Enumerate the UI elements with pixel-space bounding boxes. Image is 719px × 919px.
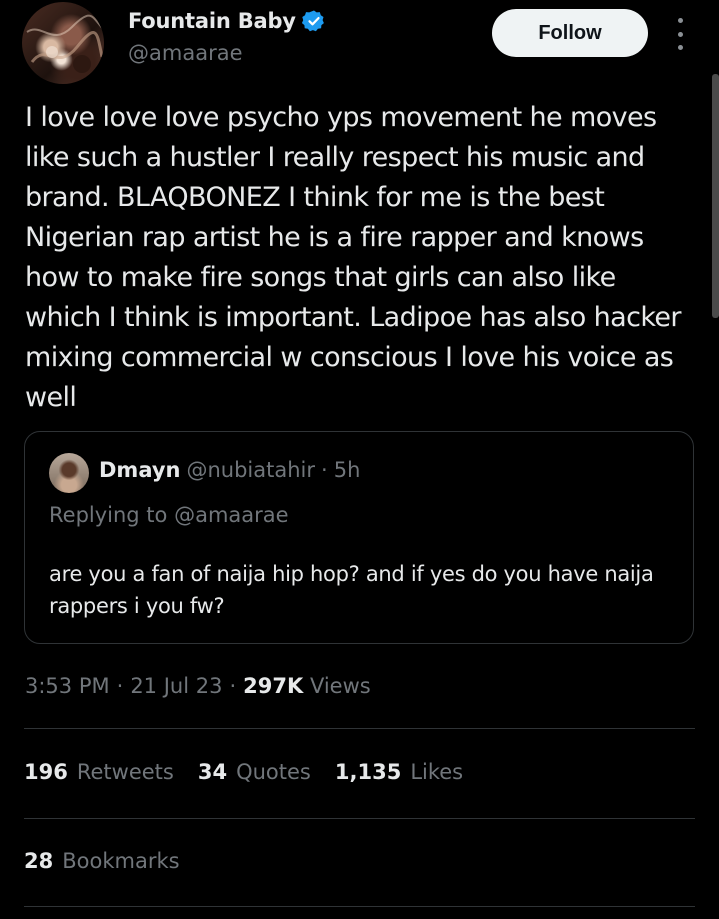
author-name-row: Fountain Baby bbox=[128, 9, 326, 33]
views-count: 297K bbox=[243, 674, 304, 698]
retweets-count: 196 bbox=[24, 760, 68, 784]
quoted-author-avatar[interactable] bbox=[49, 453, 89, 493]
meta-separator: · bbox=[229, 674, 237, 698]
divider bbox=[24, 818, 695, 819]
retweets-label: Retweets bbox=[76, 760, 174, 784]
tweet-meta: 3:53 PM · 21 Jul 23 · 297K Views bbox=[25, 674, 371, 698]
quotes-label: Quotes bbox=[236, 760, 311, 784]
engagement-stats: 196 Retweets 34 Quotes 1,135 Likes bbox=[24, 760, 487, 784]
divider bbox=[24, 906, 695, 907]
bookmarks-count: 28 bbox=[24, 849, 54, 873]
scrollbar[interactable] bbox=[712, 74, 719, 318]
likes-stat[interactable]: 1,135 Likes bbox=[335, 760, 463, 784]
quoted-tweet-text: are you a fan of naija hip hop? and if y… bbox=[49, 562, 654, 618]
quoted-timestamp[interactable]: 5h bbox=[334, 458, 361, 482]
bookmarks-stat[interactable]: 28 Bookmarks bbox=[24, 849, 204, 873]
author-avatar[interactable] bbox=[22, 2, 104, 84]
quoted-separator: · bbox=[321, 458, 328, 482]
quoted-tweet[interactable]: Dmayn @nubiatahir · 5h Replying to @amaa… bbox=[24, 431, 694, 644]
quoted-author-row: Dmayn @nubiatahir · 5h bbox=[99, 458, 360, 482]
author-handle[interactable]: @amaarae bbox=[128, 41, 243, 65]
quotes-count: 34 bbox=[197, 760, 228, 784]
verified-badge-icon bbox=[301, 9, 326, 33]
tweet-text: I love love love psycho yps movement he … bbox=[25, 102, 682, 413]
replying-to-prefix: Replying to bbox=[49, 503, 168, 527]
divider bbox=[24, 728, 695, 729]
quotes-stat[interactable]: 34 Quotes bbox=[198, 760, 311, 784]
replying-to-handle[interactable]: @amaarae bbox=[174, 503, 289, 527]
follow-button[interactable]: Follow bbox=[492, 9, 648, 57]
tweet-time[interactable]: 3:53 PM bbox=[25, 674, 110, 698]
quoted-replying-to: Replying to @amaarae bbox=[49, 503, 289, 527]
quoted-author-name[interactable]: Dmayn bbox=[99, 458, 180, 482]
quoted-author-handle[interactable]: @nubiatahir bbox=[186, 458, 315, 482]
tweet-detail: Fountain Baby @amaarae Follow I love lov… bbox=[0, 0, 719, 919]
bookmarks-label: Bookmarks bbox=[62, 849, 180, 873]
likes-count: 1,135 bbox=[334, 760, 402, 784]
views-label: Views bbox=[309, 674, 371, 698]
more-options-icon[interactable] bbox=[668, 18, 692, 50]
author-display-name[interactable]: Fountain Baby bbox=[128, 9, 296, 33]
meta-separator: · bbox=[116, 674, 124, 698]
tweet-date[interactable]: 21 Jul 23 bbox=[130, 674, 222, 698]
retweets-stat[interactable]: 196 Retweets bbox=[24, 760, 174, 784]
likes-label: Likes bbox=[410, 760, 464, 784]
